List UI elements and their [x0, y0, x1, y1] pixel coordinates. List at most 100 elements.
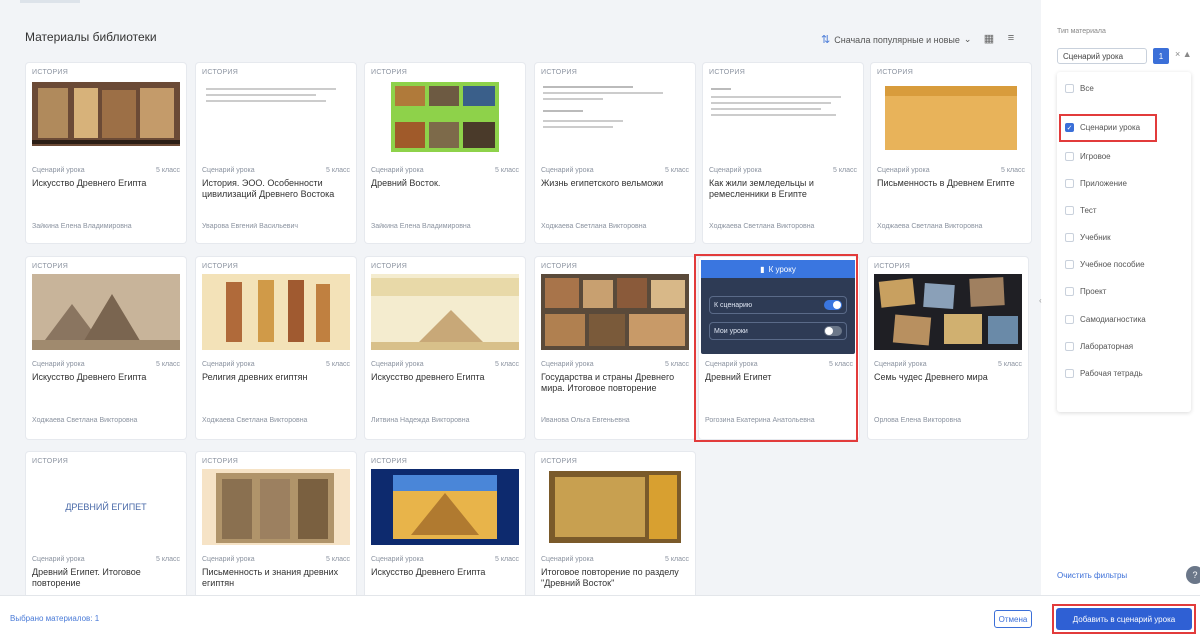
page-title: Материалы библиотеки — [25, 30, 157, 44]
material-card[interactable]: ИСТОРИЯ Сценарий урока 5 класс Письменнос… — [871, 63, 1031, 243]
top-strip — [20, 0, 80, 3]
option-all[interactable]: Все — [1065, 84, 1094, 93]
card-thumbnail — [202, 274, 350, 350]
card-thumbnail — [202, 80, 350, 156]
checkbox[interactable] — [1065, 152, 1074, 161]
checkbox[interactable] — [1065, 369, 1074, 378]
card-thumbnail — [371, 80, 519, 156]
card-subject: ИСТОРИЯ — [32, 263, 69, 270]
card-subject: ИСТОРИЯ — [371, 458, 408, 465]
card-title: Письменность в Древнем Египте — [877, 178, 1015, 188]
option-test[interactable]: Тест — [1065, 206, 1097, 215]
card-thumbnail — [32, 274, 180, 350]
card-subject: ИСТОРИЯ — [32, 69, 69, 76]
card-subject: ИСТОРИЯ — [877, 69, 914, 76]
card-meta: Сценарий урока 5 класс — [541, 167, 689, 174]
card-meta: Сценарий урока 5 класс — [371, 361, 519, 368]
list-view-icon[interactable]: ≡ — [1004, 31, 1018, 45]
card-title: Письменность и знания древних египтян — [202, 567, 339, 588]
material-card[interactable]: ИСТОРИЯ Сценарий урока 5 класс Как жили з… — [703, 63, 863, 243]
clear-filters-link[interactable]: Очистить фильтры — [1057, 571, 1127, 580]
grid-view-icon[interactable]: ▦ — [982, 31, 996, 45]
material-card[interactable]: ИСТОРИЯ Сценарий урока 5 класс Искусство … — [365, 452, 525, 612]
card-meta: Сценарий урока 5 класс — [202, 361, 350, 368]
material-card[interactable]: ИСТОРИЯ ДРЕВНИЙ ЕГИПЕТ Сценарий урока 5 к… — [26, 452, 186, 612]
card-subject: ИСТОРИЯ — [709, 69, 746, 76]
card-thumbnail — [541, 274, 689, 350]
card-author: Ходжаева Светлана Викторовна — [202, 417, 308, 424]
card-title: Семь чудес Древнего мира — [874, 372, 988, 382]
option-study-guide[interactable]: Учебное пособие — [1065, 260, 1145, 269]
material-card[interactable]: ИСТОРИЯ Сценарий урока 5 класс Древний Во… — [365, 63, 525, 243]
card-author: Орлова Елена Викторовна — [874, 417, 961, 424]
card-author: Иванова Ольга Евгеньевна — [541, 417, 630, 424]
card-meta: Сценарий урока 5 класс — [541, 556, 689, 563]
option-game[interactable]: Игровое — [1065, 152, 1111, 161]
card-title: Искусство Древнего Египта — [32, 178, 147, 188]
collapse-handle-icon[interactable]: ‹ — [1039, 296, 1045, 310]
material-card[interactable]: ИСТОРИЯ Сценарий урока 5 класс Жизнь егип… — [535, 63, 695, 243]
sort-icon: ⇅ — [821, 34, 831, 46]
checkbox[interactable] — [1065, 342, 1074, 351]
select-controls[interactable]: × ▲ — [1175, 49, 1192, 59]
card-thumbnail — [877, 80, 1025, 156]
card-author: Зайкина Елена Владимировна — [32, 223, 132, 230]
card-subject: ИСТОРИЯ — [541, 458, 578, 465]
card-author: Ходжаева Светлана Викторовна — [709, 223, 815, 230]
checkbox[interactable] — [1065, 206, 1074, 215]
filter-label: Тип материала — [1057, 28, 1106, 35]
material-card[interactable]: ИСТОРИЯ Сценарий урока 5 класс Искусство … — [26, 257, 186, 439]
highlight-frame — [694, 254, 858, 442]
selected-materials-count: Выбрано материалов: 1 — [10, 614, 100, 623]
card-thumbnail — [874, 274, 1022, 350]
card-title: Древний Египет. Итоговое повторение — [32, 567, 141, 588]
checkbox[interactable] — [1065, 287, 1074, 296]
material-card[interactable]: ИСТОРИЯ Сценарий урока 5 класс История. Э… — [196, 63, 356, 243]
checkbox[interactable] — [1065, 84, 1074, 93]
highlight-frame — [1059, 114, 1157, 142]
card-subject: ИСТОРИЯ — [541, 263, 578, 270]
card-thumbnail — [202, 469, 350, 545]
card-title: Искусство древнего Египта — [371, 372, 485, 382]
card-thumbnail — [32, 80, 180, 156]
card-meta: Сценарий урока 5 класс — [371, 167, 519, 174]
material-card[interactable]: ИСТОРИЯ Сценарий урока 5 класс Государств… — [535, 257, 695, 439]
card-title: Жизнь египетского вельможи — [541, 178, 664, 188]
card-subject: ИСТОРИЯ — [32, 458, 69, 465]
material-card[interactable]: ИСТОРИЯ Сценарий урока 5 класс Искусство … — [26, 63, 186, 243]
material-card[interactable]: ИСТОРИЯ Сценарий урока 5 класс Религия др… — [196, 257, 356, 439]
card-subject: ИСТОРИЯ — [371, 69, 408, 76]
card-meta: Сценарий урока 5 класс — [877, 167, 1025, 174]
option-application[interactable]: Приложение — [1065, 179, 1127, 188]
card-thumbnail — [371, 274, 519, 350]
selected-count-badge: 1 — [1153, 48, 1169, 64]
card-thumbnail — [371, 469, 519, 545]
filter-sidebar: Тип материала Сценарий урока 1 × ▲ Все ✓… — [1047, 0, 1200, 595]
option-textbook[interactable]: Учебник — [1065, 233, 1111, 242]
material-card[interactable]: ИСТОРИЯ Сценарий урока 5 класс Искусство … — [365, 257, 525, 439]
help-icon[interactable]: ? — [1186, 566, 1200, 584]
material-card[interactable]: ИСТОРИЯ Сценарий урока 5 класс Семь чудес… — [868, 257, 1028, 439]
option-self-diagnostics[interactable]: Самодиагностика — [1065, 315, 1146, 324]
checkbox[interactable] — [1065, 260, 1074, 269]
option-workbook[interactable]: Рабочая тетрадь — [1065, 369, 1143, 378]
option-lab[interactable]: Лабораторная — [1065, 342, 1133, 351]
card-author: Зайкина Елена Владимировна — [371, 223, 471, 230]
checkbox[interactable] — [1065, 179, 1074, 188]
sort-dropdown[interactable]: ⇅ Сначала популярные и новые ⌄ — [821, 33, 971, 46]
card-meta: Сценарий урока 5 класс — [202, 167, 350, 174]
material-card[interactable]: ИСТОРИЯ Сценарий урока 5 класс Письменнос… — [196, 452, 356, 612]
checkbox[interactable] — [1065, 315, 1074, 324]
material-type-select[interactable]: Сценарий урока — [1057, 48, 1147, 64]
card-meta: Сценарий урока 5 класс — [202, 556, 350, 563]
card-meta: Сценарий урока 5 класс — [32, 167, 180, 174]
material-card[interactable]: ИСТОРИЯ Сценарий урока 5 класс Итоговое п… — [535, 452, 695, 612]
card-author: Уварова Евгений Васильевич — [202, 223, 299, 230]
card-title: Итоговое повторение по разделу "Древний … — [541, 567, 679, 588]
cancel-button[interactable]: Отмена — [994, 610, 1032, 628]
option-project[interactable]: Проект — [1065, 287, 1106, 296]
chevron-down-icon: ⌄ — [963, 34, 972, 44]
checkbox[interactable] — [1065, 233, 1074, 242]
card-author: Ходжаева Светлана Викторовна — [877, 223, 983, 230]
card-meta: Сценарий урока 5 класс — [32, 556, 180, 563]
